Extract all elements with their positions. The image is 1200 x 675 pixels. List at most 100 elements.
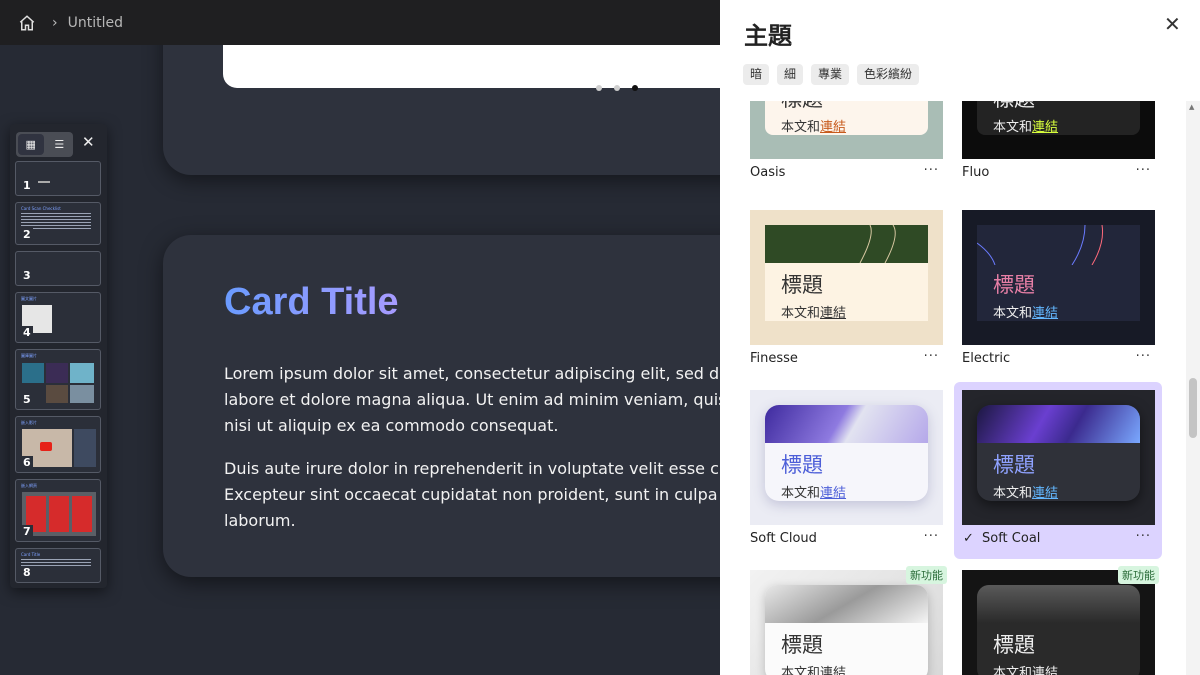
scroll-up-icon[interactable]: ▲: [1189, 103, 1194, 111]
slide-thumbnail[interactable]: Card Scan Checklist 2: [15, 202, 101, 245]
close-icon[interactable]: ✕: [82, 133, 95, 151]
mini-image: [70, 363, 94, 383]
preview-heading: 標題: [781, 633, 823, 657]
slide-thumbnail[interactable]: Card Title 8: [15, 548, 101, 583]
slide-number: 3: [21, 269, 33, 282]
panel-title: 主題: [744, 22, 792, 50]
decorative-curves: [977, 225, 1103, 265]
slide-mini-title: 圖文圖片: [21, 296, 37, 301]
slide-number: 1: [21, 179, 33, 192]
slide-mini-title: 嵌入網頁: [21, 483, 37, 488]
preview-band: [977, 585, 1140, 623]
filter-chip[interactable]: 細: [777, 64, 804, 85]
preview-heading: 標題: [993, 101, 1035, 113]
theme-name: Fluo: [962, 165, 990, 180]
list-view-icon[interactable]: ☰: [46, 132, 73, 157]
document-title[interactable]: Untitled: [68, 15, 123, 31]
filter-chip[interactable]: 暗: [743, 64, 770, 85]
theme-name: Soft Coal: [982, 531, 1041, 546]
slide-number: 5: [21, 393, 33, 406]
carousel-dot[interactable]: [596, 85, 602, 91]
preview-card: 標題 本文和連結: [977, 405, 1140, 501]
mini-image: [22, 363, 44, 383]
card-paragraph-1[interactable]: Lorem ipsum dolor sit amet, consectetur …: [224, 361, 720, 439]
more-icon[interactable]: ···: [1136, 163, 1151, 178]
preview-band: [977, 405, 1140, 443]
theme-preview: 標題 本文和連結: [750, 101, 943, 159]
slide-thumbnail[interactable]: 圖庫圖片 5: [15, 349, 101, 410]
slide-mini-title: Card Scan Checklist: [21, 206, 61, 211]
mini-image: [46, 363, 68, 383]
theme-preview: 標題 本文和連結: [750, 570, 943, 675]
preview-link: 連結: [1032, 120, 1059, 135]
check-icon: ✓: [963, 531, 974, 546]
preview-body: 本文和: [993, 666, 1033, 675]
close-icon[interactable]: ✕: [1164, 12, 1181, 36]
slide-thumbnail[interactable]: 嵌入網頁 7: [15, 479, 101, 542]
more-icon[interactable]: ···: [924, 349, 939, 364]
theme-preview: 標題 本文和連結: [962, 210, 1155, 345]
slide-thumbnail[interactable]: 嵌入影片 6: [15, 416, 101, 473]
preview-band: [765, 585, 928, 623]
preview-link: 連結: [1032, 486, 1059, 501]
card[interactable]: Card Title Lorem ipsum dolor sit amet, c…: [163, 235, 720, 577]
scrollbar-thumb[interactable]: [1189, 378, 1197, 438]
filter-chip[interactable]: 專業: [811, 64, 850, 85]
chevron-right-icon: ›: [52, 14, 58, 31]
more-icon[interactable]: ···: [924, 163, 939, 178]
card-paragraph-2[interactable]: Duis aute irure dolor in reprehenderit i…: [224, 456, 720, 534]
preview-body: 本文和: [993, 306, 1033, 321]
slide-thumbnail[interactable]: 圖文圖片 4: [15, 292, 101, 343]
slide-number: 8: [21, 566, 33, 579]
text-line: Excepteur sint occaecat cupidatat non pr…: [224, 485, 718, 504]
preview-card: 標題 本文和連結: [765, 405, 928, 501]
more-icon[interactable]: ···: [1136, 529, 1151, 544]
preview-body: 本文和: [781, 120, 821, 135]
carousel-dot[interactable]: [614, 85, 620, 91]
preview-heading: 標題: [993, 273, 1035, 297]
preview-body: 本文和: [781, 666, 821, 675]
mini-glyph: [49, 496, 69, 532]
home-icon[interactable]: [18, 14, 36, 32]
theme-panel: 主題 ✕ 暗 細 專業 色彩繽紛 ✓ 標題 本文和連結 Oasis ··· 標: [720, 0, 1200, 675]
slide-thumbnail[interactable]: 3: [15, 251, 101, 286]
mini-glyph: [72, 496, 92, 532]
preview-card: 標題 本文和連結: [977, 101, 1140, 135]
preview-card: 標題 本文和連結: [977, 585, 1140, 675]
slide-thumbnails-panel: ▦ ☰ ✕ 1 Card Scan Checklist 2 3 圖文圖片 4 圖…: [10, 124, 107, 588]
preview-body: 本文和: [993, 120, 1033, 135]
text-line: Lorem ipsum dolor sit amet, consectetur …: [224, 364, 720, 383]
more-icon[interactable]: ···: [924, 529, 939, 544]
theme-grid: ✓ 標題 本文和連結 Oasis ··· 標題 本文和連結 Fluo ···: [720, 101, 1186, 675]
preview-card: 標題 本文和連結: [765, 585, 928, 675]
theme-preview: 標題 本文和連結: [750, 210, 943, 345]
slide-thumbnail[interactable]: 1: [15, 161, 101, 196]
decorative-curves: [859, 225, 896, 264]
preview-link: 連結: [1032, 666, 1059, 675]
slide-canvas: Card Title Lorem ipsum dolor sit amet, c…: [0, 45, 720, 675]
theme-name: Soft Cloud: [750, 531, 817, 546]
slide-number: 2: [21, 228, 33, 241]
slide-number: 4: [21, 326, 33, 339]
theme-name: Electric: [962, 351, 1011, 366]
theme-preview: 標題 本文和連結: [962, 101, 1155, 159]
preview-link: 連結: [820, 120, 847, 135]
preview-link: 連結: [820, 486, 847, 501]
text-line: laborum.: [224, 511, 296, 530]
mini-image: [74, 429, 96, 467]
grid-view-icon[interactable]: ▦: [18, 134, 44, 155]
carousel-dots: [596, 85, 638, 91]
preview-card: 標題 本文和連結: [765, 225, 928, 321]
play-icon: [40, 442, 52, 451]
theme-preview: 標題 本文和連結: [962, 570, 1155, 675]
card-title[interactable]: Card Title: [224, 281, 399, 324]
scrollbar[interactable]: ▲: [1186, 101, 1200, 675]
more-icon[interactable]: ···: [1136, 349, 1151, 364]
previous-card[interactable]: [163, 45, 720, 175]
new-feature-badge: 新功能: [1118, 566, 1159, 584]
carousel-dot-active[interactable]: [632, 85, 638, 91]
preview-link: 連結: [820, 306, 847, 321]
filter-chip[interactable]: 色彩繽紛: [857, 64, 920, 85]
filter-chips: 暗 細 專業 色彩繽紛: [743, 64, 920, 85]
preview-link: 連結: [1032, 306, 1059, 321]
